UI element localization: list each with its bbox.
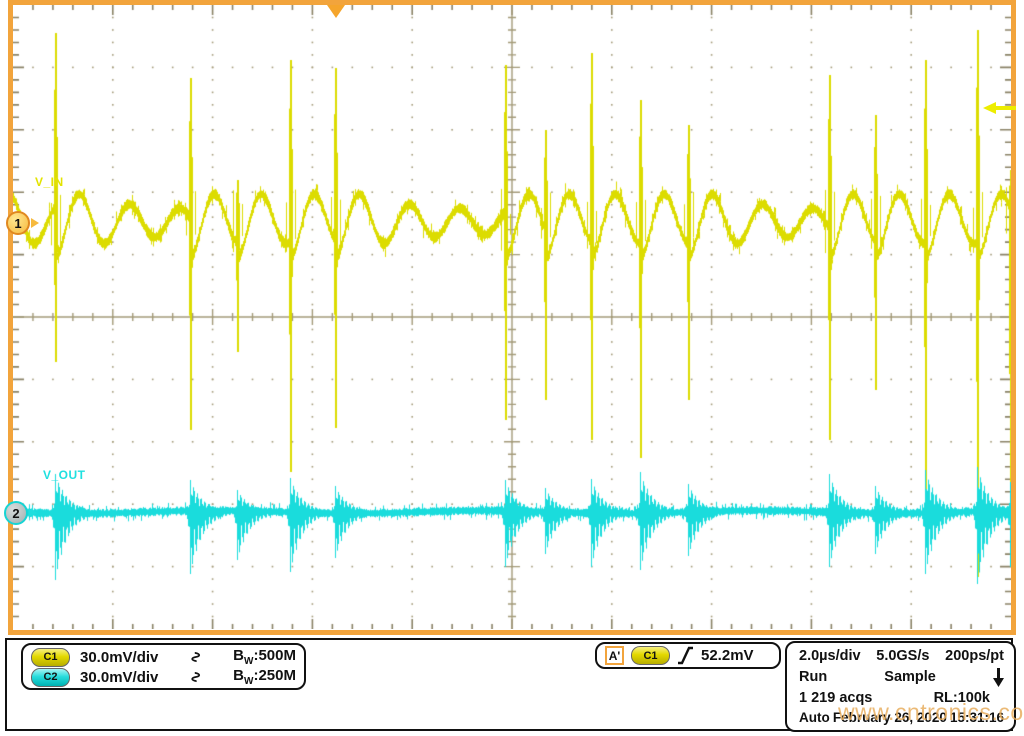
timebase-row: 2.0µs/div 5.0GS/s 200ps/pt — [799, 648, 1004, 664]
date-value: February 26, 2020 — [830, 710, 950, 725]
readout-panel: C1 30.0mV/div ∿ BW:500M C2 30.0mV/div ∿ … — [5, 638, 1013, 731]
trigger-readout-box[interactable]: A' C1 52.2mV — [595, 642, 781, 669]
ch1-scale: 30.0mV/div — [80, 649, 187, 666]
channel-settings-box: C1 30.0mV/div ∿ BW:500M C2 30.0mV/div ∿ … — [21, 643, 306, 690]
trigger-a-badge: A' — [605, 646, 624, 665]
ch2-trace-label: V_OUT — [43, 468, 86, 482]
acq-count-row: 1 219 acqs RL:100k — [799, 690, 1004, 706]
ch1-ac-coupling-icon: ∿ — [187, 648, 205, 666]
channel1-position-badge[interactable]: 1 — [6, 211, 30, 235]
graticule-frame — [8, 0, 1016, 635]
oscilloscope-screen: 1 2 V_IN V_OUT C1 30.0mV/div ∿ BW:500M C… — [0, 0, 1024, 736]
datetime-row: Auto February 26, 2020 15:31:16 — [799, 710, 1004, 725]
channel1-settings-row[interactable]: C1 30.0mV/div ∿ BW:500M — [31, 647, 296, 667]
trigger-level-arrow-tail — [995, 106, 1016, 110]
ch2-scale: 30.0mV/div — [80, 669, 187, 686]
trigger-level-value: 52.2mV — [701, 647, 754, 664]
channel1-badge-label: 1 — [14, 216, 21, 231]
trigger-mode: Auto — [799, 710, 830, 725]
ch1-badge[interactable]: C1 — [31, 648, 70, 667]
acquisition-state-row: Run Sample — [799, 668, 1004, 687]
sample-rate: 5.0GS/s — [861, 648, 946, 664]
rising-edge-icon — [677, 646, 694, 665]
acq-count: 1 219 acqs — [799, 690, 872, 706]
record-length: RL:100k — [934, 690, 990, 706]
ch1-bandwidth: BW:500M — [233, 647, 296, 667]
trigger-source-badge: C1 — [631, 646, 670, 665]
channel2-badge-arrow-icon — [29, 508, 37, 518]
ch2-ac-coupling-icon: ∿ — [187, 668, 205, 686]
sample-resolution: 200ps/pt — [945, 648, 1004, 664]
ch1-trace-label: V_IN — [35, 175, 64, 189]
ch2-bandwidth: BW:250M — [233, 667, 296, 687]
channel2-badge-label: 2 — [12, 506, 19, 521]
down-arrow-icon — [993, 668, 1004, 687]
trigger-level-arrow-icon[interactable] — [983, 102, 996, 114]
channel2-settings-row[interactable]: C2 30.0mV/div ∿ BW:250M — [31, 667, 296, 687]
trigger-position-marker-icon[interactable] — [327, 5, 345, 18]
channel2-position-badge[interactable]: 2 — [4, 501, 28, 525]
horizontal-scale: 2.0µs/div — [799, 648, 861, 664]
waveform-display[interactable] — [13, 5, 1011, 629]
run-state: Run — [799, 669, 827, 685]
ch2-badge[interactable]: C2 — [31, 668, 70, 687]
time-value: 15:31:16 — [950, 710, 1004, 725]
timebase-readout-box: 2.0µs/div 5.0GS/s 200ps/pt Run Sample 1 … — [785, 641, 1016, 732]
channel1-badge-arrow-icon — [31, 218, 39, 228]
acq-mode: Sample — [827, 669, 993, 685]
